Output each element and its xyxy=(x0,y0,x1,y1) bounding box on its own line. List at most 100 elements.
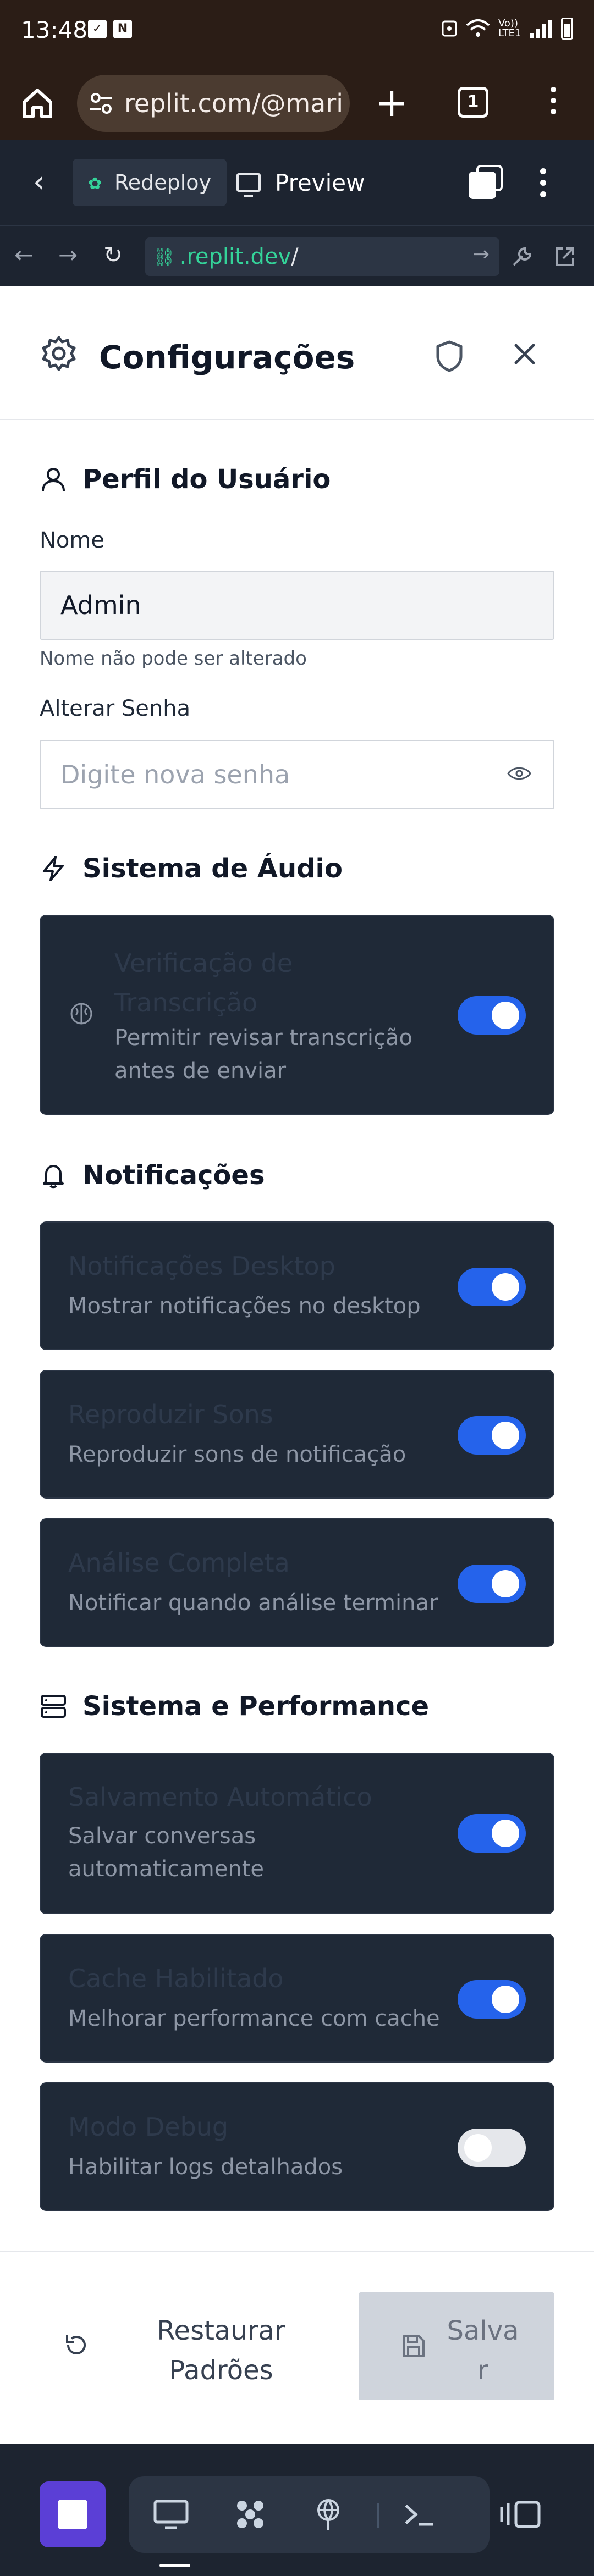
gear-icon xyxy=(42,336,76,371)
tab-switcher-button[interactable]: 1 xyxy=(458,87,488,118)
active-tab-indicator xyxy=(160,2564,190,2567)
analysis-complete-title: Análise Completa xyxy=(68,1548,290,1578)
play-sounds-card: Reproduzir Sons Reproduzir sons de notif… xyxy=(40,1370,554,1499)
battery-icon xyxy=(561,18,573,40)
go-arrow-icon[interactable]: → xyxy=(473,243,490,266)
preview-button[interactable]: Preview xyxy=(237,159,365,206)
system-section-title: Sistema e Performance xyxy=(40,1691,429,1722)
debug-desc: Habilitar logs detalhados xyxy=(68,2154,343,2180)
cache-toggle[interactable] xyxy=(458,1980,526,2019)
system-section-label: Sistema e Performance xyxy=(82,1691,429,1722)
bell-icon xyxy=(43,1165,64,1189)
transcription-toggle[interactable] xyxy=(458,996,526,1035)
devtools-wrench-icon[interactable] xyxy=(510,245,534,268)
analysis-complete-desc: Notificar quando análise terminar xyxy=(68,1590,438,1616)
wifi-icon xyxy=(466,19,490,37)
panel-layout-icon[interactable] xyxy=(498,2499,542,2530)
debug-title: Modo Debug xyxy=(68,2112,229,2142)
restore-defaults-label: Restaurar Padrões xyxy=(157,2315,285,2386)
agent-icon[interactable] xyxy=(231,2498,270,2531)
deployments-icon[interactable] xyxy=(309,2498,348,2531)
analysis-complete-toggle[interactable] xyxy=(458,1565,526,1603)
app-notification-icon: N xyxy=(113,20,132,38)
audio-section-label: Sistema de Áudio xyxy=(82,853,343,884)
play-sounds-title: Reproduzir Sons xyxy=(68,1400,273,1429)
url-path: / xyxy=(291,244,299,269)
transcription-setting-card: Verificação de Transcrição Permitir revi… xyxy=(40,915,554,1115)
notifications-section-title: Notificações xyxy=(40,1160,265,1191)
new-window-icon[interactable] xyxy=(469,165,503,199)
play-sounds-toggle[interactable] xyxy=(458,1416,526,1455)
open-external-icon[interactable] xyxy=(553,245,576,268)
url-text: replit.com/@mari xyxy=(124,89,344,118)
autosave-title: Salvamento Automático xyxy=(68,1782,372,1812)
signal-icon xyxy=(530,19,553,38)
desktop-notifications-toggle[interactable] xyxy=(458,1268,526,1306)
preview-label: Preview xyxy=(275,169,365,196)
save-button[interactable]: Salva r xyxy=(359,2292,554,2400)
password-field[interactable]: Digite nova senha xyxy=(40,740,554,809)
site-settings-icon[interactable] xyxy=(89,91,113,115)
back-arrow-icon[interactable]: ← xyxy=(14,243,34,267)
dock-tools xyxy=(129,2476,490,2553)
home-icon[interactable] xyxy=(20,86,55,121)
link-icon: ⛓ xyxy=(153,246,175,267)
audio-section-title: Sistema de Áudio xyxy=(40,853,343,884)
name-field[interactable]: Admin xyxy=(40,571,554,640)
address-bar[interactable]: replit.com/@mari xyxy=(77,75,350,132)
replit-toolbar: ‹ ✿ Redeploy Preview xyxy=(0,140,594,225)
transcription-title: Verificação de Transcrição xyxy=(114,948,293,1018)
profile-section-title: Perfil do Usuário xyxy=(40,464,331,495)
shell-icon[interactable] xyxy=(400,2498,439,2531)
save-label: Salva r xyxy=(447,2315,519,2386)
desktop-notifications-card: Notificações Desktop Mostrar notificaçõe… xyxy=(40,1221,554,1350)
browser-toolbar: replit.com/@mari + 1 xyxy=(0,65,594,140)
profile-section-label: Perfil do Usuário xyxy=(82,464,331,495)
shield-icon[interactable] xyxy=(435,340,464,373)
autosave-card: Salvamento Automático Salvar conversas a… xyxy=(40,1753,554,1914)
debug-card: Modo Debug Habilitar logs detalhados xyxy=(40,2082,554,2211)
browser-menu-icon[interactable] xyxy=(542,87,564,120)
restore-defaults-button[interactable]: Restaurar Padrões xyxy=(40,2292,326,2400)
forward-arrow-icon[interactable]: → xyxy=(58,243,78,267)
network-type: Vo)) LTE1 xyxy=(498,18,521,39)
dialog-footer: Restaurar Padrões Salva r xyxy=(0,2251,594,2444)
status-bar: 13:48 ✓ N Vo)) LTE1 xyxy=(0,0,594,65)
autosave-desc: Salvar conversas automaticamente xyxy=(68,1823,265,1882)
webview-url-field[interactable]: ⛓ .replit.dev / → xyxy=(145,237,499,276)
back-chevron-icon[interactable]: ‹ xyxy=(33,167,45,197)
rotate-ccw-icon xyxy=(66,2335,86,2354)
password-placeholder: Digite nova senha xyxy=(61,760,290,789)
password-label: Alterar Senha xyxy=(40,696,191,721)
reload-icon[interactable]: ↻ xyxy=(103,243,123,267)
name-label: Nome xyxy=(40,528,105,553)
dialog-title: Configurações xyxy=(99,339,355,376)
monitor-icon xyxy=(237,173,261,197)
name-hint: Nome não pode ser alterado xyxy=(40,648,307,670)
redeploy-label: Redeploy xyxy=(114,170,211,195)
debug-toggle[interactable] xyxy=(458,2129,526,2167)
zap-icon xyxy=(43,856,64,881)
autosave-toggle[interactable] xyxy=(458,1814,526,1853)
more-options-icon[interactable] xyxy=(536,168,549,203)
eye-icon[interactable] xyxy=(507,765,531,782)
transcription-desc: Permitir revisar transcrição antes de en… xyxy=(114,1025,413,1084)
notifications-section-label: Notificações xyxy=(82,1160,265,1191)
brain-icon xyxy=(70,1003,92,1025)
new-tab-button[interactable]: + xyxy=(375,82,408,122)
close-icon[interactable] xyxy=(509,339,540,369)
user-icon xyxy=(42,468,65,491)
cache-title: Cache Habilitado xyxy=(68,1964,284,1993)
cache-card: Cache Habilitado Melhorar performance co… xyxy=(40,1934,554,2063)
stop-button[interactable] xyxy=(40,2481,106,2547)
play-sounds-desc: Reproduzir sons de notificação xyxy=(68,1442,406,1467)
url-host: .replit.dev xyxy=(179,244,292,269)
webview-monitor-icon[interactable] xyxy=(152,2498,190,2531)
deploy-icon: ✿ xyxy=(88,174,102,194)
redeploy-button[interactable]: ✿ Redeploy xyxy=(73,159,227,206)
settings-dialog-header: Configurações xyxy=(0,286,594,420)
save-icon xyxy=(403,2335,425,2357)
name-value: Admin xyxy=(61,590,141,620)
analysis-complete-card: Análise Completa Notificar quando anális… xyxy=(40,1518,554,1647)
desktop-notifications-title: Notificações Desktop xyxy=(68,1251,336,1281)
